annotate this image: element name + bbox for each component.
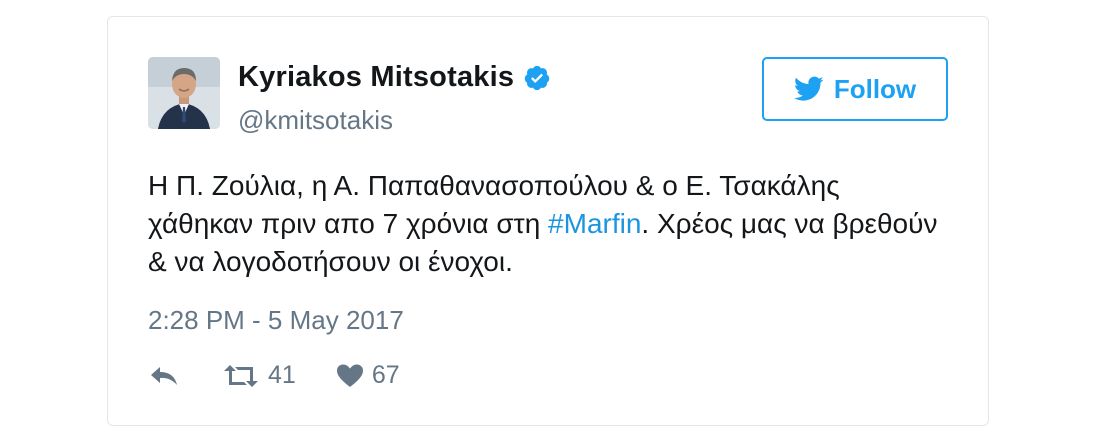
author-name[interactable]: Kyriakos Mitsotakis <box>238 61 514 94</box>
retweet-icon <box>224 364 258 387</box>
follow-button-label: Follow <box>833 73 917 104</box>
tweet-actions: 41 67 <box>148 361 400 390</box>
like-count: 67 <box>371 361 400 389</box>
tweet-card: Kyriakos Mitsotakis @kmitsotakis Follow … <box>107 16 989 426</box>
avatar[interactable] <box>148 57 220 129</box>
heart-icon <box>336 364 363 387</box>
reply-button[interactable] <box>148 364 180 388</box>
author-row: Kyriakos Mitsotakis <box>238 61 551 94</box>
verified-badge-icon <box>524 65 550 90</box>
retweet-count: 41 <box>268 361 296 389</box>
hashtag-link[interactable]: #Marfin <box>548 208 641 239</box>
reply-icon <box>151 366 177 385</box>
author-handle[interactable]: @kmitsotakis <box>238 105 393 136</box>
twitter-bird-icon <box>793 76 824 101</box>
avatar-photo <box>148 57 220 129</box>
tweet-text: Η Π. Ζούλια, η Α. Παπαθανασοπούλου & ο Ε… <box>148 167 948 281</box>
tweet-timestamp[interactable]: 2:28 PM - 5 May 2017 <box>148 305 404 336</box>
like-button[interactable]: 67 <box>336 361 400 390</box>
follow-button[interactable]: Follow <box>762 57 948 121</box>
retweet-button[interactable]: 41 <box>222 361 296 390</box>
